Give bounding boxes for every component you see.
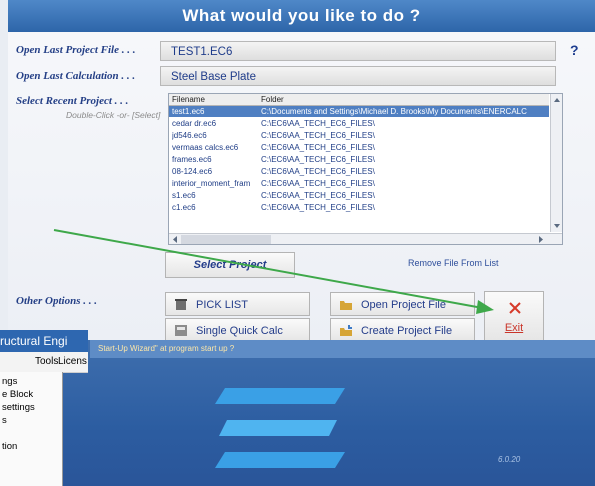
file-name: vermaas calcs.ec6 — [172, 143, 239, 152]
background-app-window: ructural Engi Tools Licens ngs e Block s… — [0, 330, 88, 486]
background-window-title: ructural Engi — [0, 330, 88, 352]
menu-item[interactable]: ngs — [2, 376, 17, 387]
scroll-arrows-icon — [554, 98, 560, 228]
file-folder: C:\EC6\AA_TECH_EC6_FILES\ — [261, 191, 375, 200]
startup-wizard-text: Start-Up Wizard" at program start up ? — [90, 340, 595, 358]
open-folder-icon — [339, 298, 353, 311]
dropdown-menu: ngs e Block settings s tion — [0, 372, 63, 486]
select-project-label: Select Project — [193, 259, 267, 271]
file-row[interactable]: c1.ec6 C:\EC6\AA_TECH_EC6_FILES\ — [169, 202, 549, 213]
screen: What would you like to do ? Open Last Pr… — [0, 0, 595, 486]
column-header-filename[interactable]: Filename — [172, 94, 205, 105]
dialog-title: What would you like to do ? — [8, 0, 595, 32]
version-label: 6.0.20 — [498, 455, 521, 464]
menu-item[interactable]: tion — [2, 441, 17, 452]
file-name: jd546.ec6 — [172, 131, 207, 140]
create-project-icon — [339, 324, 353, 337]
file-row[interactable]: interior_moment_fram C:\EC6\AA_TECH_EC6_F… — [169, 178, 549, 189]
select-project-button[interactable]: Select Project — [165, 252, 295, 278]
other-options-label: Other Options . . . — [16, 295, 97, 307]
file-folder: C:\EC6\AA_TECH_EC6_FILES\ — [261, 143, 375, 152]
menu-item[interactable]: settings — [2, 402, 35, 413]
create-project-button[interactable]: Create Project File — [330, 318, 475, 342]
file-name: cedar dr.ec6 — [172, 119, 217, 128]
pick-list-label: PICK LIST — [196, 299, 248, 311]
menu-item[interactable]: e Block — [2, 389, 33, 400]
file-row[interactable]: 08-124.ec6 C:\EC6\AA_TECH_EC6_FILES\ — [169, 166, 549, 177]
menu-item[interactable]: s — [2, 415, 7, 426]
open-project-label: Open Project File — [361, 299, 446, 311]
file-name: frames.ec6 — [172, 155, 212, 164]
pick-list-button[interactable]: PICK LIST — [165, 292, 310, 316]
menu-tools[interactable]: Tools — [35, 352, 58, 372]
remove-file-link[interactable]: Remove File From List — [408, 258, 499, 268]
last-project-label: Open Last Project File . . . — [16, 44, 136, 56]
recent-project-label: Select Recent Project . . . — [16, 95, 129, 107]
trash-bin-icon — [174, 298, 188, 311]
file-row[interactable]: test1.ec6 C:\Documents and Settings\Micha… — [169, 106, 549, 117]
open-project-button[interactable]: Open Project File — [330, 292, 475, 316]
last-calc-label: Open Last Calculation . . . — [16, 70, 136, 82]
file-row[interactable]: vermaas calcs.ec6 C:\EC6\AA_TECH_EC6_FILE… — [169, 142, 549, 153]
recent-project-hint: Double-Click -or- [Select] — [66, 110, 161, 120]
file-folder: C:\EC6\AA_TECH_EC6_FILES\ — [261, 179, 375, 188]
close-x-icon — [509, 302, 521, 314]
app-splash-background: Start-Up Wizard" at program start up ? — [0, 340, 595, 486]
file-name: 08-124.ec6 — [172, 167, 213, 176]
file-row[interactable]: frames.ec6 C:\EC6\AA_TECH_EC6_FILES\ — [169, 154, 549, 165]
file-folder: C:\EC6\AA_TECH_EC6_FILES\ — [261, 167, 375, 176]
file-folder: C:\EC6\AA_TECH_EC6_FILES\ — [261, 203, 375, 212]
file-name: test1.ec6 — [172, 107, 205, 116]
menu-license[interactable]: Licens — [58, 352, 87, 372]
startup-dialog: What would you like to do ? Open Last Pr… — [8, 0, 595, 342]
last-calc-field[interactable]: Steel Base Plate — [160, 66, 556, 86]
background-window-edge — [0, 0, 8, 330]
file-name: s1.ec6 — [172, 191, 196, 200]
vertical-scrollbar[interactable] — [550, 94, 562, 232]
help-icon[interactable]: ? — [570, 42, 579, 58]
file-row[interactable]: jd546.ec6 C:\EC6\AA_TECH_EC6_FILES\ — [169, 130, 549, 141]
file-folder: C:\EC6\AA_TECH_EC6_FILES\ — [261, 131, 375, 140]
single-quick-calc-button[interactable]: Single Quick Calc — [165, 318, 310, 342]
exit-button[interactable]: Exit — [484, 291, 544, 341]
file-folder: C:\Documents and Settings\Michael D. Bro… — [261, 107, 527, 116]
file-row[interactable]: s1.ec6 C:\EC6\AA_TECH_EC6_FILES\ — [169, 190, 549, 201]
recent-file-list[interactable]: Filename Folder test1.ec6 C:\Documents an… — [168, 93, 563, 245]
scroll-arrows-icon — [173, 235, 543, 244]
file-folder: C:\EC6\AA_TECH_EC6_FILES\ — [261, 119, 375, 128]
menu-bar: Tools Licens — [0, 352, 88, 373]
file-name: c1.ec6 — [172, 203, 196, 212]
exit-label: Exit — [504, 322, 524, 334]
last-project-field[interactable]: TEST1.EC6 — [160, 41, 556, 61]
horizontal-scrollbar[interactable] — [169, 233, 562, 244]
file-list-header: Filename Folder — [169, 94, 549, 106]
calculator-icon — [174, 324, 188, 337]
enercalc-logo-icon — [215, 388, 345, 468]
file-name: interior_moment_fram — [172, 179, 251, 188]
column-header-folder[interactable]: Folder — [261, 94, 284, 105]
file-folder: C:\EC6\AA_TECH_EC6_FILES\ — [261, 155, 375, 164]
file-row[interactable]: cedar dr.ec6 C:\EC6\AA_TECH_EC6_FILES\ — [169, 118, 549, 129]
